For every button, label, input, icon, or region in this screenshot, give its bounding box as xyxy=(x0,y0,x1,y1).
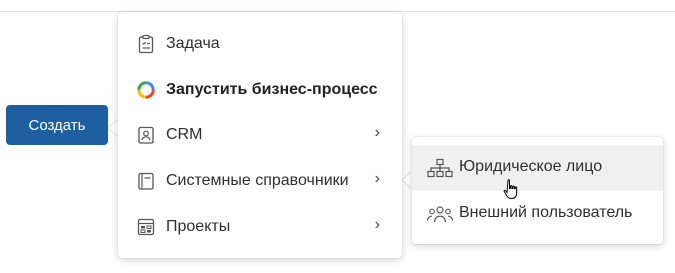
submenu-item-label: Юридическое лицо xyxy=(459,158,603,175)
chevron-right-icon: › xyxy=(374,216,380,233)
menu-item-label: Запустить бизнес-процесс xyxy=(166,81,378,98)
menu-item-label: Проекты xyxy=(166,218,231,235)
chevron-right-icon: › xyxy=(374,170,380,187)
projects-board-icon xyxy=(137,218,155,236)
chevron-right-icon: › xyxy=(374,124,380,141)
menu-item-start-business-process[interactable]: Запустить бизнес-процесс xyxy=(118,67,402,113)
menu-item-label: CRM xyxy=(166,126,203,143)
submenu-item-legal-entity[interactable]: Юридическое лицо xyxy=(412,145,663,191)
system-directories-submenu: Юридическое лицо Внешний пользователь xyxy=(412,137,663,244)
book-icon xyxy=(138,172,154,190)
menu-item-task[interactable]: Задача xyxy=(118,21,402,67)
submenu-item-external-user[interactable]: Внешний пользователь xyxy=(412,191,663,237)
create-button[interactable]: Создать xyxy=(6,105,108,145)
task-clipboard-icon xyxy=(138,34,154,54)
menu-item-label: Системные справочники xyxy=(166,172,349,189)
crm-contact-card-icon xyxy=(138,126,154,144)
users-group-icon xyxy=(426,206,454,223)
hand-pointer-cursor-icon xyxy=(503,179,518,199)
menu-item-system-directories[interactable]: Системные справочники › xyxy=(118,158,402,204)
menu-item-label: Задача xyxy=(166,35,220,52)
create-menu: Задача Запустить бизнес-процесс CRM › Си… xyxy=(118,12,402,258)
top-toolbar-edge xyxy=(0,0,675,12)
menu-item-projects[interactable]: Проекты › xyxy=(118,204,402,250)
submenu-item-label: Внешний пользователь xyxy=(459,204,633,221)
business-process-ring-icon xyxy=(137,81,155,99)
menu-item-crm[interactable]: CRM › xyxy=(118,112,402,158)
org-structure-icon xyxy=(427,158,453,178)
